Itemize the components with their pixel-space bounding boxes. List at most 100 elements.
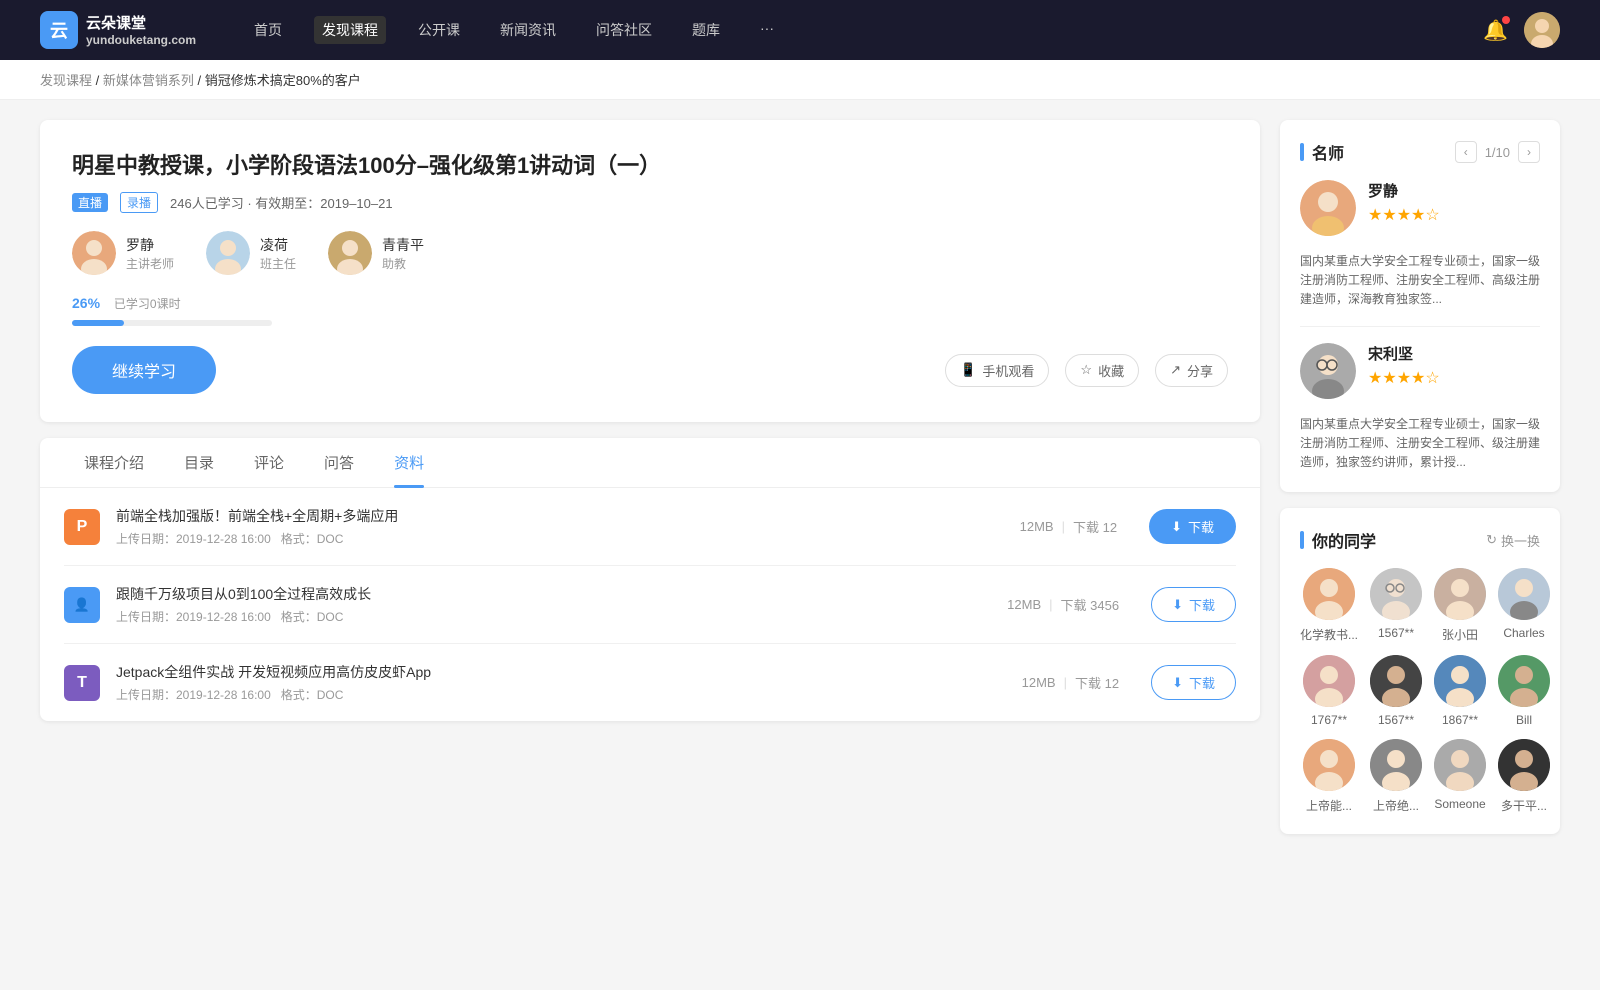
classmate-4: Charles xyxy=(1498,568,1550,643)
resource-stats-2: 12MB | 下载 3456 xyxy=(1007,595,1119,614)
classmate-6: 1567** xyxy=(1370,655,1422,727)
classmate-avatar-8 xyxy=(1498,655,1550,707)
collect-label: 收藏 xyxy=(1098,361,1124,380)
refresh-button[interactable]: ↻ 换一换 xyxy=(1486,531,1540,550)
breadcrumb-link-2[interactable]: 新媒体营销系列 xyxy=(103,73,194,88)
resource-icon-3: T xyxy=(64,665,100,701)
teacher-2: 凌荷 班主任 xyxy=(206,231,296,275)
next-page-button[interactable]: › xyxy=(1518,141,1540,163)
course-actions: 继续学习 📱 手机观看 ☆ 收藏 ↗ 分享 xyxy=(72,346,1228,394)
classmate-1: 化学教书... xyxy=(1300,568,1358,643)
classmate-name-11: Someone xyxy=(1434,797,1486,811)
teacher-role-3: 助教 xyxy=(382,255,424,272)
resource-item-1: P 前端全栈加强版！前端全栈+全周期+多端应用 上传日期：2019-12-28 … xyxy=(64,488,1236,566)
nav-item-news[interactable]: 新闻资讯 xyxy=(492,16,564,44)
classmate-name-4: Charles xyxy=(1498,626,1550,640)
share-icon: ↗ xyxy=(1170,362,1181,378)
classmate-name-5: 1767** xyxy=(1300,713,1358,727)
refresh-icon: ↻ xyxy=(1486,532,1497,548)
star-icon: ☆ xyxy=(1080,362,1092,378)
teacher-profile-desc-2: 国内某重点大学安全工程专业硕士，国家一级注册消防工程师、注册安全工程师、级注册建… xyxy=(1300,415,1540,473)
teacher-profile-name-2: 宋利坚 xyxy=(1368,343,1540,364)
teacher-stars-2: ★★★★☆ xyxy=(1368,368,1540,388)
teacher-info-1: 罗静 主讲老师 xyxy=(126,235,174,272)
nav-item-qa[interactable]: 问答社区 xyxy=(588,16,660,44)
nav-items: 首页 发现课程 公开课 新闻资讯 问答社区 题库 ··· xyxy=(246,16,1453,44)
nav-right: 🔔 xyxy=(1483,12,1560,48)
progress-bar-fill xyxy=(72,320,124,326)
resource-meta-2: 上传日期：2019-12-28 16:00 格式：DOC xyxy=(116,608,975,625)
classmate-5: 1767** xyxy=(1300,655,1358,727)
progress-percent: 26% xyxy=(72,295,100,311)
classmate-name-9: 上帝能... xyxy=(1300,797,1358,814)
breadcrumb: 发现课程 / 新媒体营销系列 / 销冠修炼术搞定80%的客户 xyxy=(0,60,1600,100)
teachers-title: 名师 xyxy=(1300,140,1344,164)
teacher-profile-1: 罗静 ★★★★☆ xyxy=(1300,180,1540,236)
logo[interactable]: 云 云朵课堂 yundouketang.com xyxy=(40,11,196,49)
tab-resource[interactable]: 资料 xyxy=(374,438,444,487)
mobile-label: 手机观看 xyxy=(982,361,1034,380)
resource-title-1: 前端全栈加强版！前端全栈+全周期+多端应用 xyxy=(116,506,988,526)
page-info: 1/10 xyxy=(1485,145,1510,160)
tab-review[interactable]: 评论 xyxy=(234,438,304,487)
download-label-2: 下载 xyxy=(1189,595,1215,614)
classmate-name-2: 1567** xyxy=(1370,626,1422,640)
classmate-avatar-7 xyxy=(1434,655,1486,707)
download-icon-1: ⬇ xyxy=(1171,519,1182,535)
resource-dl-3: 下载 12 xyxy=(1075,673,1119,692)
resource-dl-2: 下载 3456 xyxy=(1061,595,1120,614)
teacher-profile-info-1: 罗静 ★★★★☆ xyxy=(1368,180,1540,236)
teacher-profile-avatar-1 xyxy=(1300,180,1356,236)
breadcrumb-current: 销冠修炼术搞定80%的客户 xyxy=(205,73,361,88)
mobile-watch-button[interactable]: 📱 手机观看 xyxy=(945,354,1049,387)
download-button-2[interactable]: ⬇ 下载 xyxy=(1151,587,1236,622)
course-meta: 直播 录播 246人已学习 · 有效期至：2019–10–21 xyxy=(72,192,1228,213)
tab-catalog[interactable]: 目录 xyxy=(164,438,234,487)
bell-icon[interactable]: 🔔 xyxy=(1483,18,1508,43)
progress-section: 26% 已学习0课时 xyxy=(72,295,1228,326)
download-button-1[interactable]: ⬇ 下载 xyxy=(1149,509,1236,544)
resource-info-2: 跟随千万级项目从0到100全过程高效成长 上传日期：2019-12-28 16:… xyxy=(116,584,975,625)
classmate-12: 多干平... xyxy=(1498,739,1550,814)
teacher-profile-name-1: 罗静 xyxy=(1368,180,1540,201)
teacher-avatar-1 xyxy=(72,231,116,275)
classmate-avatar-12 xyxy=(1498,739,1550,791)
nav-item-open[interactable]: 公开课 xyxy=(410,16,468,44)
classmate-name-3: 张小田 xyxy=(1434,626,1486,643)
prev-page-button[interactable]: ‹ xyxy=(1455,141,1477,163)
resource-list: P 前端全栈加强版！前端全栈+全周期+多端应用 上传日期：2019-12-28 … xyxy=(40,488,1260,721)
download-icon-2: ⬇ xyxy=(1172,597,1183,613)
download-button-3[interactable]: ⬇ 下载 xyxy=(1151,665,1236,700)
nav-item-home[interactable]: 首页 xyxy=(246,16,290,44)
teacher-stars-1: ★★★★☆ xyxy=(1368,205,1540,225)
share-label: 分享 xyxy=(1187,361,1213,380)
teacher-profile-avatar-2 xyxy=(1300,343,1356,399)
logo-icon: 云 xyxy=(40,11,78,49)
continue-button[interactable]: 继续学习 xyxy=(72,346,216,394)
nav-item-courses[interactable]: 发现课程 xyxy=(314,16,386,44)
nav-item-more[interactable]: ··· xyxy=(752,16,782,44)
pagination: ‹ 1/10 › xyxy=(1455,141,1540,163)
teacher-1: 罗静 主讲老师 xyxy=(72,231,174,275)
collect-button[interactable]: ☆ 收藏 xyxy=(1065,354,1139,387)
user-avatar[interactable] xyxy=(1524,12,1560,48)
nav-item-bank[interactable]: 题库 xyxy=(684,16,728,44)
teacher-profile-desc-1: 国内某重点大学安全工程专业硕士，国家一级注册消防工程师、注册安全工程师、高级注册… xyxy=(1300,252,1540,310)
resource-stats-1: 12MB | 下载 12 xyxy=(1020,517,1117,536)
classmate-avatar-4 xyxy=(1498,568,1550,620)
teacher-role-2: 班主任 xyxy=(260,255,296,272)
action-buttons: 📱 手机观看 ☆ 收藏 ↗ 分享 xyxy=(945,354,1228,387)
share-button[interactable]: ↗ 分享 xyxy=(1155,354,1228,387)
tab-intro[interactable]: 课程介绍 xyxy=(64,438,164,487)
resource-size-2: 12MB xyxy=(1007,597,1041,612)
badge-recorded: 录播 xyxy=(120,192,158,213)
teacher-name-2: 凌荷 xyxy=(260,235,296,255)
teacher-info-2: 凌荷 班主任 xyxy=(260,235,296,272)
classmate-avatar-2 xyxy=(1370,568,1422,620)
resource-meta-1: 上传日期：2019-12-28 16:00 格式：DOC xyxy=(116,530,988,547)
tab-qa[interactable]: 问答 xyxy=(304,438,374,487)
resource-info-3: Jetpack全组件实战 开发短视频应用高仿皮皮虾App 上传日期：2019-1… xyxy=(116,662,990,703)
course-header-card: 明星中教授课，小学阶段语法100分–强化级第1讲动词（一） 直播 录播 246人… xyxy=(40,120,1260,422)
download-label-1: 下载 xyxy=(1188,517,1214,536)
breadcrumb-link-1[interactable]: 发现课程 xyxy=(40,73,92,88)
